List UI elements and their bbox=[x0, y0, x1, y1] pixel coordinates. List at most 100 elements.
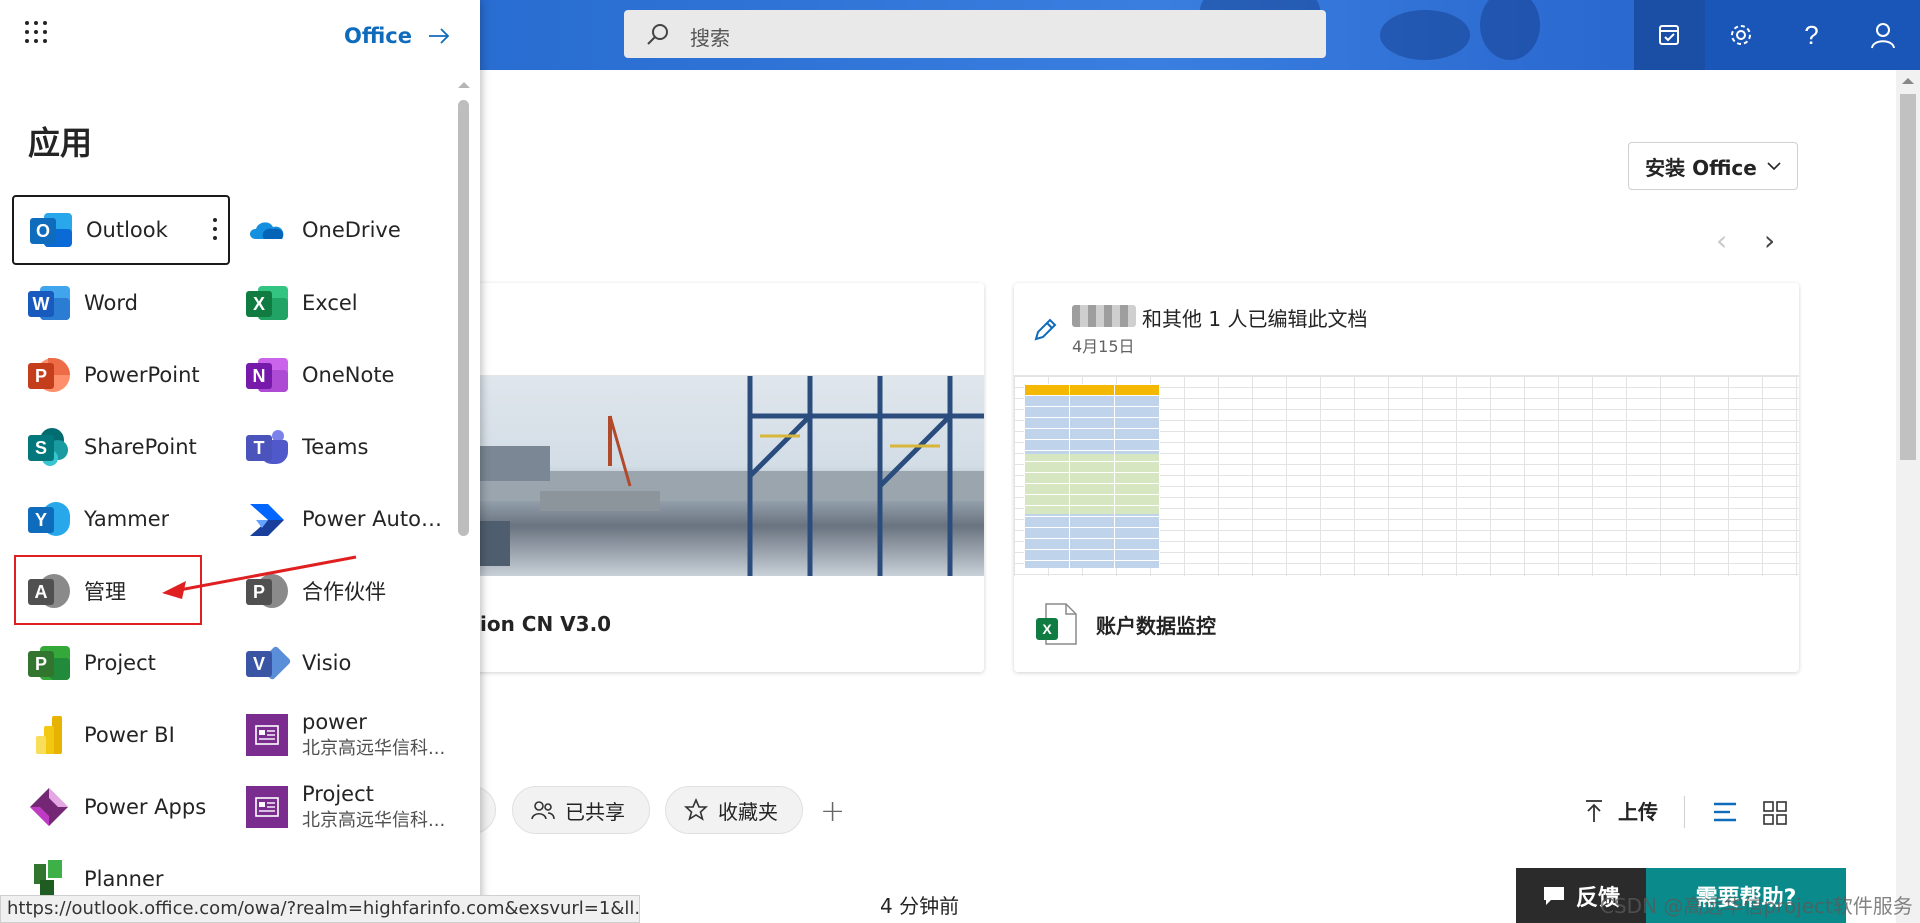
banner-decoration bbox=[1480, 0, 1540, 60]
app-tile-power-custom[interactable]: power 北京高远华信科... bbox=[230, 700, 448, 770]
app-launcher-panel: Office 应用 O Outlook OneDrive W Word X Ex… bbox=[0, 0, 480, 923]
app-tile-sharepoint[interactable]: S SharePoint bbox=[12, 412, 230, 482]
scrollbar-thumb[interactable] bbox=[458, 100, 469, 536]
app-label: OneDrive bbox=[302, 218, 401, 242]
app-label: Power BI bbox=[84, 723, 175, 747]
filter-favorites-pill[interactable]: 收藏夹 bbox=[665, 786, 803, 834]
word-icon: W bbox=[28, 282, 70, 324]
filter-shared-pill[interactable]: 已共享 bbox=[512, 786, 650, 834]
account-button[interactable] bbox=[1847, 0, 1918, 70]
install-office-button[interactable]: 安装 Office bbox=[1628, 142, 1798, 190]
app-label-group: Project 北京高远华信科... bbox=[302, 782, 445, 832]
card-header: 和其他 1 人已编辑此文档 4月15日 bbox=[1014, 283, 1799, 376]
app-label: Yammer bbox=[84, 507, 170, 531]
help-button[interactable]: ? bbox=[1776, 0, 1847, 70]
scroll-up-arrow[interactable] bbox=[458, 82, 470, 88]
recommended-card[interactable]: 和其他 1 人已编辑此文档 4月15日 X 账户数据监控 bbox=[1014, 283, 1799, 672]
list-view-icon[interactable] bbox=[1712, 800, 1738, 824]
app-tile-power-bi[interactable]: Power BI bbox=[12, 700, 230, 770]
grid-view-icon[interactable] bbox=[1762, 800, 1788, 826]
app-label: Project bbox=[302, 782, 374, 806]
sharepoint-icon: S bbox=[28, 426, 70, 468]
search-placeholder: 搜索 bbox=[690, 26, 730, 50]
project-icon: P bbox=[28, 642, 70, 684]
arrow-right-icon bbox=[428, 28, 450, 44]
app-sublabel: 北京高远华信科... bbox=[302, 738, 446, 759]
power-apps-icon bbox=[30, 788, 68, 826]
excel-file-icon: X bbox=[1036, 603, 1077, 645]
install-office-label: 安装 Office bbox=[1645, 155, 1757, 180]
status-bar-url: https://outlook.office.com/owa/?realm=hi… bbox=[0, 895, 640, 923]
card-title: ion CN V3.0 bbox=[480, 612, 612, 636]
app-tile-word[interactable]: W Word bbox=[12, 268, 230, 338]
spreadsheet-preview bbox=[1014, 376, 1799, 576]
app-launcher-waffle-icon[interactable] bbox=[24, 20, 48, 44]
add-filter-icon[interactable]: + bbox=[820, 794, 845, 829]
app-label: Visio bbox=[302, 651, 352, 675]
account-icon bbox=[1870, 23, 1895, 49]
more-options-icon[interactable] bbox=[212, 217, 218, 241]
edit-date: 4月15日 bbox=[1072, 337, 1135, 356]
app-label: Teams bbox=[302, 435, 369, 459]
app-tile-project[interactable]: P Project bbox=[12, 628, 230, 698]
app-tile-teams[interactable]: T Teams bbox=[230, 412, 448, 482]
my-day-icon bbox=[1658, 25, 1679, 45]
app-label: SharePoint bbox=[84, 435, 197, 459]
carousel-prev-icon[interactable]: ‹ bbox=[1716, 224, 1727, 257]
card-footer: X 账户数据监控 bbox=[1014, 576, 1799, 672]
teams-icon: T bbox=[246, 426, 288, 468]
page-scrollbar[interactable] bbox=[1896, 70, 1920, 923]
panel-scrollbar[interactable] bbox=[456, 80, 472, 910]
office-link-label: Office bbox=[344, 24, 412, 48]
upload-button[interactable]: 上传 bbox=[1584, 796, 1658, 825]
settings-button[interactable] bbox=[1705, 0, 1776, 70]
app-label-group: power 北京高远华信科... bbox=[302, 710, 445, 760]
power-bi-icon bbox=[36, 716, 62, 754]
app-tile-powerpoint[interactable]: P PowerPoint bbox=[12, 340, 230, 410]
app-label: Power Autom... bbox=[302, 507, 448, 531]
app-label: Excel bbox=[302, 291, 358, 315]
app-tile-onedrive[interactable]: OneDrive bbox=[230, 195, 448, 265]
search-box[interactable]: 搜索 bbox=[624, 10, 1326, 58]
blurred-user-name bbox=[1072, 305, 1136, 327]
app-tile-outlook[interactable]: O Outlook bbox=[12, 195, 230, 265]
header-actions: ? bbox=[1634, 0, 1920, 70]
my-day-button[interactable] bbox=[1634, 0, 1705, 70]
search-icon bbox=[647, 24, 668, 45]
help-icon: ? bbox=[1804, 19, 1819, 50]
card-thumbnail bbox=[1014, 376, 1799, 576]
apps-section-title: 应用 bbox=[28, 124, 93, 162]
app-label: Project bbox=[84, 651, 156, 675]
yammer-icon: Y bbox=[28, 498, 70, 540]
app-tile-onenote[interactable]: N OneNote bbox=[230, 340, 448, 410]
edit-activity-text: 和其他 1 人已编辑此文档 bbox=[1142, 307, 1368, 331]
file-modified-time: 4 分钟前 bbox=[880, 894, 960, 918]
app-tile-visio[interactable]: V Visio bbox=[230, 628, 448, 698]
app-tile-excel[interactable]: X Excel bbox=[230, 268, 448, 338]
powerpoint-icon: P bbox=[28, 354, 70, 396]
scrollbar-thumb[interactable] bbox=[1900, 94, 1916, 460]
app-label: Outlook bbox=[86, 218, 168, 242]
office-home-link[interactable]: Office bbox=[344, 24, 450, 48]
planner-icon bbox=[34, 860, 62, 898]
upload-label: 上传 bbox=[1618, 800, 1658, 824]
filter-shared-label: 已共享 bbox=[565, 799, 625, 824]
chevron-down-icon bbox=[1767, 162, 1781, 171]
app-label: power bbox=[302, 710, 367, 734]
star-icon bbox=[684, 798, 708, 821]
app-tile-power-automate[interactable]: Power Autom... bbox=[230, 484, 448, 554]
watermark: CSDN @高远华信project软件服务 bbox=[1600, 894, 1913, 918]
app-tile-power-apps[interactable]: Power Apps bbox=[12, 772, 230, 842]
carousel-next-icon[interactable]: › bbox=[1764, 224, 1775, 257]
app-label: OneNote bbox=[302, 363, 395, 387]
app-tile-yammer[interactable]: Y Yammer bbox=[12, 484, 230, 554]
banner-decoration bbox=[1380, 10, 1470, 60]
custom-app-icon bbox=[246, 786, 288, 828]
chat-icon bbox=[1543, 886, 1564, 905]
people-icon bbox=[531, 801, 555, 820]
app-sublabel: 北京高远华信科... bbox=[302, 810, 446, 831]
excel-icon: X bbox=[246, 282, 288, 324]
app-tile-project-custom[interactable]: Project 北京高远华信科... bbox=[230, 772, 448, 842]
scroll-up-arrow[interactable] bbox=[1902, 78, 1914, 84]
spreadsheet-colored-cells bbox=[1024, 384, 1160, 568]
